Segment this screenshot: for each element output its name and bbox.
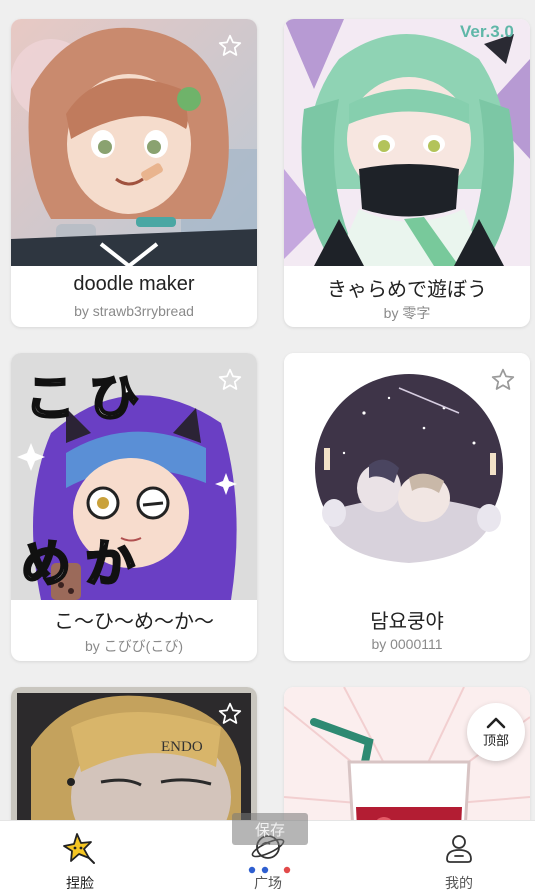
save-toast: 保存 <box>232 813 308 845</box>
back-to-top-button[interactable]: 顶部 <box>467 703 525 761</box>
favorite-star-icon[interactable] <box>490 367 516 393</box>
favorite-star-icon[interactable] <box>217 33 243 59</box>
gallery-card[interactable]: 담요쿵야 by 0000111 <box>284 353 530 661</box>
gallery-card[interactable]: doodle maker by strawb3rrybread <box>11 19 257 327</box>
artwork-overlay-text-bottom: め か <box>21 536 135 592</box>
card-title: doodle maker <box>73 273 195 295</box>
nav-item-label: 我的 <box>445 875 473 891</box>
favorite-star-icon[interactable] <box>217 367 243 393</box>
card-author: by 0000111 <box>371 636 443 652</box>
save-toast-label: 保存 <box>254 821 285 839</box>
card-author: by 零字 <box>383 305 431 321</box>
gallery-card[interactable]: ENDO <box>11 687 257 820</box>
gallery-card[interactable]: こ ひ め か こ～ひ～め～か～ by こびび(こび) <box>11 353 257 661</box>
nav-item-label: 捏脸 <box>66 875 94 891</box>
card-title: きゃらめで遊ぼう <box>327 279 487 301</box>
artwork-overlay-text-top: こ ひ <box>25 370 139 426</box>
loading-dots-indicator <box>248 866 291 874</box>
favorite-star-icon[interactable] <box>217 701 243 727</box>
card-title: 담요쿵야 <box>370 611 444 633</box>
nav-item-face-maker[interactable]: 捏脸 <box>20 821 140 893</box>
user-icon <box>446 835 472 863</box>
card-author: by こびび(こび) <box>85 638 183 654</box>
card-artwork: Ver.3.0 <box>284 19 530 266</box>
card-title: こ～ひ～め～か～ <box>54 611 214 633</box>
nav-item-mine[interactable]: 我的 <box>399 821 519 893</box>
back-to-top-label: 顶部 <box>482 732 509 748</box>
gallery-grid: doodle maker by strawb3rrybread Ver.3.0 … <box>0 0 535 820</box>
version-text: Ver.3.0 <box>460 22 514 41</box>
artwork-forehead-text: ENDO <box>161 739 203 755</box>
nav-item-label: 广场 <box>254 875 282 891</box>
card-author: by strawb3rrybread <box>74 303 194 319</box>
chevron-up-icon <box>486 717 506 728</box>
star-face-icon <box>63 833 95 864</box>
gallery-card[interactable]: Ver.3.0 きゃらめで遊ぼう by 零字 <box>284 19 530 327</box>
